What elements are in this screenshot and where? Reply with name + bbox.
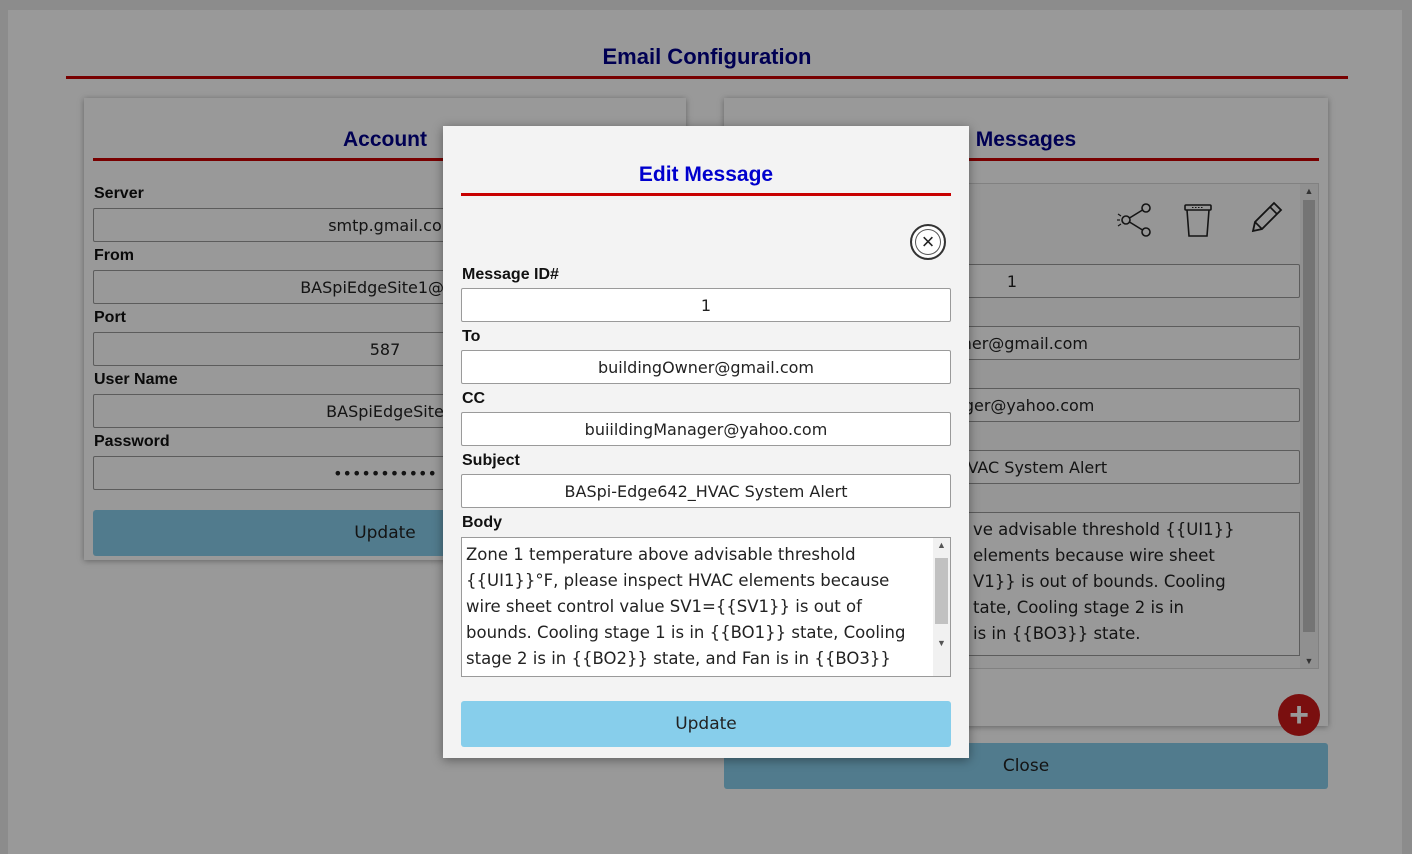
- modal-to-value: buildingOwner@gmail.com: [597, 357, 815, 377]
- modal-cc-field[interactable]: buiildingManager@yahoo.com: [461, 412, 951, 446]
- scroll-up-arrow[interactable]: ▲: [933, 540, 950, 550]
- modal-subject-label: Subject: [462, 452, 520, 469]
- scroll-thumb[interactable]: [935, 558, 948, 624]
- modal-update-button[interactable]: Update: [461, 701, 951, 747]
- modal-body-value: Zone 1 temperature above advisable thres…: [466, 545, 906, 676]
- modal-cc-value: buiildingManager@yahoo.com: [584, 419, 828, 439]
- modal-cc-label: CC: [462, 390, 486, 407]
- scroll-down-arrow[interactable]: ▼: [933, 638, 950, 648]
- close-icon[interactable]: ×: [910, 224, 946, 260]
- modal-subject-value: BASpi-Edge642_HVAC System Alert: [564, 481, 848, 501]
- modal-body-label: Body: [462, 514, 502, 531]
- modal-id-label: Message ID#: [462, 266, 559, 283]
- modal-body-field[interactable]: Zone 1 temperature above advisable thres…: [461, 537, 951, 677]
- modal-to-label: To: [462, 328, 481, 345]
- modal-subject-field[interactable]: BASpi-Edge642_HVAC System Alert: [461, 474, 951, 508]
- edit-message-modal: Edit Message × Message ID# 1 To building…: [443, 126, 969, 758]
- modal-id-value: 1: [700, 295, 712, 315]
- modal-body-scrollbar[interactable]: ▲ ▼: [933, 538, 950, 676]
- modal-title: Edit Message: [461, 163, 951, 196]
- modal-to-field[interactable]: buildingOwner@gmail.com: [461, 350, 951, 384]
- modal-id-field[interactable]: 1: [461, 288, 951, 322]
